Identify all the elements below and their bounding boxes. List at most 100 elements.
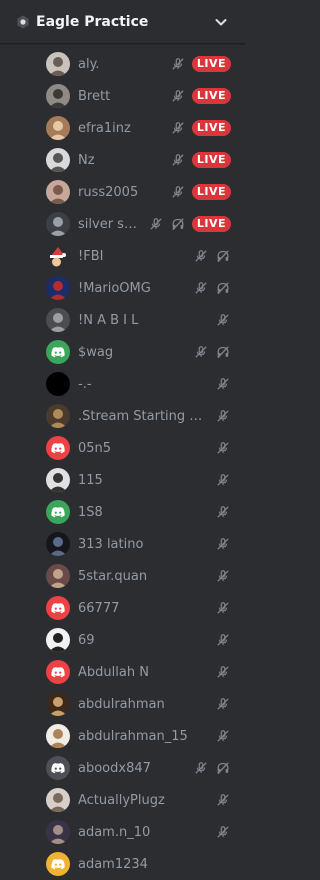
participant-row[interactable]: adam.n_10 — [0, 816, 245, 848]
microphone-muted-icon — [170, 152, 186, 168]
participant-name: abdulrahman — [78, 696, 165, 712]
microphone-muted-icon — [193, 280, 209, 296]
participant-row[interactable]: 05n5 — [0, 432, 245, 464]
participant-row[interactable]: efra1inz LIVE — [0, 112, 245, 144]
participant-row[interactable]: $wag — [0, 336, 245, 368]
participant-name: Nz — [78, 152, 95, 168]
microphone-muted-icon — [193, 248, 209, 264]
participant-row[interactable]: ActuallyPlugz — [0, 784, 245, 816]
microphone-muted-icon — [215, 536, 231, 552]
avatar — [46, 436, 70, 460]
participant-row[interactable]: Abdullah N — [0, 656, 245, 688]
headset-deafened-icon — [215, 344, 231, 360]
avatar — [46, 308, 70, 332]
microphone-muted-icon — [148, 216, 164, 232]
microphone-muted-icon — [170, 56, 186, 72]
microphone-muted-icon — [215, 312, 231, 328]
participant-name: 05n5 — [78, 440, 112, 456]
participant-name: Abdullah N — [78, 664, 149, 680]
live-badge[interactable]: LIVE — [191, 56, 231, 72]
participant-status-icons — [209, 600, 231, 616]
participant-status-icons — [187, 280, 231, 296]
participant-status-icons: LIVE — [164, 56, 231, 72]
participant-row[interactable]: adam1234 — [0, 848, 245, 880]
participant-row[interactable]: abdulrahman_15 — [0, 720, 245, 752]
participant-status-icons — [209, 504, 231, 520]
microphone-muted-icon — [215, 664, 231, 680]
microphone-muted-icon — [215, 632, 231, 648]
participant-row[interactable]: -.- — [0, 368, 245, 400]
participant-name: adam.n_10 — [78, 824, 151, 840]
participant-row[interactable]: !MarioOMG — [0, 272, 245, 304]
participant-row[interactable]: abdulrahman — [0, 688, 245, 720]
microphone-muted-icon — [170, 88, 186, 104]
participant-name: 313 latino — [78, 536, 144, 552]
avatar — [46, 84, 70, 108]
microphone-muted-icon — [170, 120, 186, 136]
microphone-muted-icon — [215, 376, 231, 392]
participant-row[interactable]: 313 latino — [0, 528, 245, 560]
live-badge[interactable]: LIVE — [191, 120, 231, 136]
participant-name: efra1inz — [78, 120, 131, 136]
avatar — [46, 788, 70, 812]
chevron-down-icon[interactable] — [213, 14, 229, 30]
live-badge[interactable]: LIVE — [191, 88, 231, 104]
participant-row[interactable]: aboodx847 — [0, 752, 245, 784]
microphone-muted-icon — [215, 408, 231, 424]
participant-row[interactable]: .Stream Starting So... — [0, 400, 245, 432]
live-badge[interactable]: LIVE — [191, 152, 231, 168]
participant-status-icons: LIVE — [164, 152, 231, 168]
headset-deafened-icon — [215, 280, 231, 296]
participant-row[interactable]: 115 — [0, 464, 245, 496]
avatar — [46, 340, 70, 364]
participant-row[interactable]: Brett LIVE — [0, 80, 245, 112]
voice-participant-list: aly. LIVE Brett LIVE efra1inz LIVE Nz LIVE russ2… — [0, 48, 245, 880]
avatar — [46, 820, 70, 844]
headset-deafened-icon — [170, 216, 186, 232]
live-badge[interactable]: LIVE — [191, 216, 231, 232]
microphone-muted-icon — [215, 440, 231, 456]
participant-row[interactable]: !N A B I L — [0, 304, 245, 336]
participant-name: 69 — [78, 632, 95, 648]
participant-name: ActuallyPlugz — [78, 792, 165, 808]
participant-status-icons — [209, 632, 231, 648]
participant-status-icons — [209, 824, 231, 840]
avatar — [46, 500, 70, 524]
participant-row[interactable]: 1S8 — [0, 496, 245, 528]
microphone-muted-icon — [215, 728, 231, 744]
participant-status-icons — [209, 408, 231, 424]
participant-name: abdulrahman_15 — [78, 728, 188, 744]
participant-status-icons: LIVE — [164, 88, 231, 104]
participant-name: !MarioOMG — [78, 280, 151, 296]
headset-deafened-icon — [215, 760, 231, 776]
participant-status-icons — [187, 344, 231, 360]
participant-status-icons — [209, 440, 231, 456]
participant-row[interactable]: aly. LIVE — [0, 48, 245, 80]
participant-row[interactable]: 69 — [0, 624, 245, 656]
participant-name: 5star.quan — [78, 568, 148, 584]
participant-row[interactable]: 5star.quan — [0, 560, 245, 592]
participant-name: Brett — [78, 88, 111, 104]
participant-name: .Stream Starting So... — [78, 408, 209, 424]
participant-row[interactable]: russ2005 LIVE — [0, 176, 245, 208]
participant-status-icons — [187, 760, 231, 776]
microphone-muted-icon — [193, 760, 209, 776]
avatar — [46, 276, 70, 300]
microphone-muted-icon — [215, 600, 231, 616]
avatar — [46, 404, 70, 428]
participant-row[interactable]: silver sp... LIVE — [0, 208, 245, 240]
participant-status-icons: LIVE — [142, 216, 231, 232]
participant-name: -.- — [78, 376, 92, 392]
microphone-muted-icon — [193, 344, 209, 360]
participant-status-icons: LIVE — [164, 120, 231, 136]
participant-row[interactable]: Nz LIVE — [0, 144, 245, 176]
participant-row[interactable]: !FBI — [0, 240, 245, 272]
live-badge[interactable]: LIVE — [191, 184, 231, 200]
participant-name: silver sp... — [78, 216, 142, 232]
server-header[interactable]: Eagle Practice — [0, 0, 245, 44]
participant-name: 115 — [78, 472, 103, 488]
avatar — [46, 148, 70, 172]
participant-status-icons — [209, 312, 231, 328]
avatar — [46, 180, 70, 204]
participant-row[interactable]: 66777 — [0, 592, 245, 624]
